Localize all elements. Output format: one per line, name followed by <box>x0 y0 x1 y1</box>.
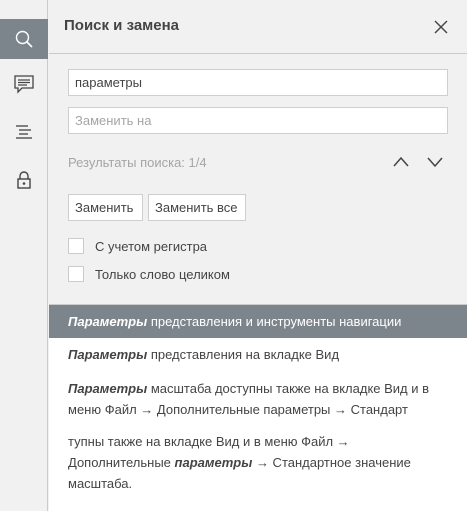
find-input[interactable] <box>68 69 448 96</box>
match-case-label: С учетом регистра <box>95 238 208 254</box>
lock-icon <box>17 171 31 189</box>
search-replace-app: Поиск и замена Результаты поиска: 1/4 За… <box>0 0 467 511</box>
comments-icon <box>14 75 34 94</box>
result-item-1[interactable]: Параметры представления и инструменты на… <box>49 305 467 338</box>
navigation-icon <box>16 125 32 139</box>
chevron-down-icon[interactable] <box>426 154 444 170</box>
match-case-checkbox[interactable] <box>68 238 84 254</box>
panel-title: Поиск и замена <box>64 17 180 34</box>
match-case-option[interactable]: С учетом регистра <box>68 237 207 255</box>
left-rail <box>0 0 48 511</box>
panel-header: Поиск и замена <box>49 0 467 54</box>
whole-word-checkbox[interactable] <box>68 266 84 282</box>
result-suffix: представления на вкладке Вид <box>147 347 340 362</box>
results-list: Параметры представления и инструменты на… <box>49 304 467 511</box>
search-panel: Поиск и замена Результаты поиска: 1/4 За… <box>49 0 467 511</box>
rail-navigation-button[interactable] <box>0 112 48 152</box>
rail-search-button[interactable] <box>0 19 48 59</box>
whole-word-option[interactable]: Только слово целиком <box>68 265 230 283</box>
replace-button[interactable]: Заменить <box>68 194 143 221</box>
result-suffix: представления и инструменты навигации <box>147 314 402 329</box>
rail-comments-button[interactable] <box>0 64 48 104</box>
result-match: Параметры <box>68 314 148 329</box>
result-match: Параметры <box>68 381 148 396</box>
close-icon[interactable] <box>433 19 449 35</box>
result-item-4[interactable]: тупны также на вкладке Вид и в меню Файл… <box>49 431 467 494</box>
result-item-3[interactable]: Параметры масштаба доступны также на вкл… <box>49 378 467 420</box>
result-item-2[interactable]: Параметры представления на вкладке Вид <box>49 344 467 365</box>
rail-protection-button[interactable] <box>0 160 48 200</box>
search-icon <box>15 30 33 48</box>
chevron-up-icon[interactable] <box>392 154 410 170</box>
replace-all-button[interactable]: Заменить все <box>148 194 246 221</box>
results-count: Результаты поиска: 1/4 <box>68 155 207 170</box>
replace-input[interactable] <box>68 107 448 134</box>
whole-word-label: Только слово целиком <box>95 266 230 282</box>
result-match: параметры <box>174 455 253 470</box>
result-match: Параметры <box>68 347 148 362</box>
